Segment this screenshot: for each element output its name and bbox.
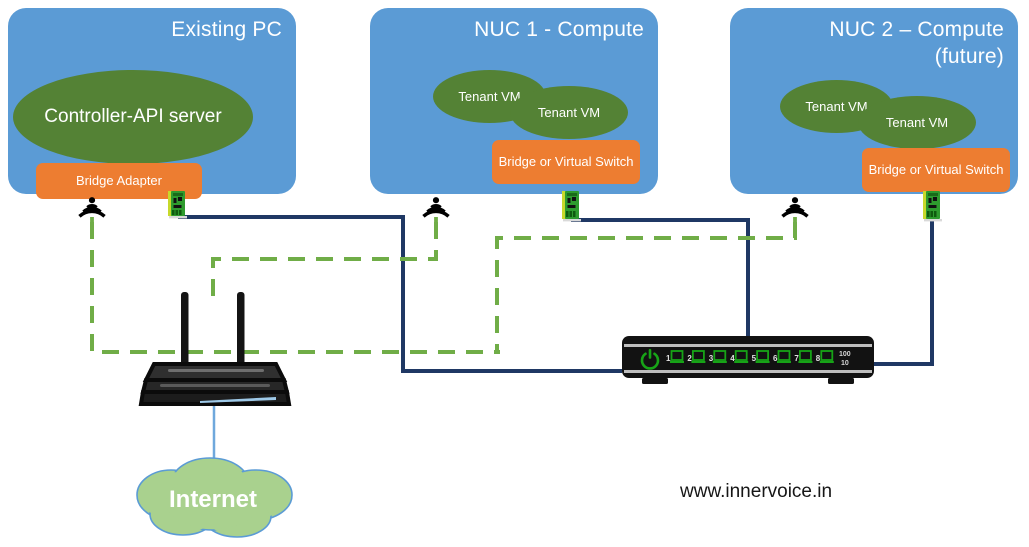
bridge-chip-nuc-1[interactable]: Bridge or Virtual Switch [492, 140, 640, 184]
internet-cloud-label: Internet [168, 486, 257, 513]
wireless-link-nuc2-to-router [495, 222, 797, 352]
host-box-existing-pc[interactable]: Existing PC Controller-API server Bridge… [8, 8, 296, 199]
switch-port-led-base [798, 361, 813, 363]
wireless-link-nuc1-to-router [211, 222, 438, 300]
router-antenna-left [181, 292, 189, 366]
bridge-chip-nuc-2[interactable]: Bridge or Virtual Switch [862, 148, 1010, 192]
host-box-nuc-2[interactable]: NUC 2 – Compute (future) Tenant VM Tenan… [730, 8, 1018, 194]
wired-link-nuc2-to-switch [873, 219, 934, 366]
watermark-url: www.innervoice.in [680, 481, 833, 502]
host-title-nuc-1: NUC 1 - Compute [474, 18, 644, 41]
nic-card-nuc-2[interactable] [922, 190, 944, 224]
switch-port-led-base [670, 361, 684, 363]
internet-cloud[interactable]: Internet [113, 450, 313, 545]
switch-speed-10: 10 [841, 360, 849, 367]
wifi-icon-nuc-1[interactable] [419, 192, 453, 226]
vm-ellipse-controller-api-server[interactable]: Controller-API server [13, 70, 253, 164]
switch-port-led-base [819, 361, 834, 363]
host-box-nuc-1[interactable]: NUC 1 - Compute Tenant VM Tenant VM Brid… [370, 8, 658, 194]
switch-port-led-base [691, 361, 706, 363]
host-title-existing-pc: Existing PC [171, 18, 282, 41]
wired-link-nuc1-to-switch [571, 218, 750, 345]
nic-card-nuc-1[interactable] [561, 190, 583, 224]
switch-port-led-base [712, 361, 727, 363]
host-title-nuc-2: NUC 2 – Compute (future) [829, 18, 1004, 68]
wifi-icon-existing-pc[interactable] [75, 192, 109, 226]
switch-foot-left [642, 378, 668, 384]
switch-port-led-base [734, 361, 749, 363]
switch-speed-100: 100 [839, 351, 851, 358]
wifi-icon-nuc-2[interactable] [778, 192, 812, 226]
nic-card-existing-pc[interactable] [167, 190, 189, 224]
vm-ellipse-nuc1-tenant-vm-2[interactable]: Tenant VM [510, 86, 628, 139]
router-antenna-right [237, 292, 245, 366]
vm-ellipse-nuc2-tenant-vm-2[interactable]: Tenant VM [858, 96, 976, 149]
switch-foot-right [828, 378, 854, 384]
diagram-canvas: Existing PC Controller-API server Bridge… [0, 0, 1029, 547]
wireless-router[interactable] [130, 292, 300, 407]
ethernet-switch[interactable]: 12345678 100 10 [620, 334, 876, 386]
switch-port-led-base [755, 361, 770, 363]
switch-port-led-base [777, 361, 791, 363]
